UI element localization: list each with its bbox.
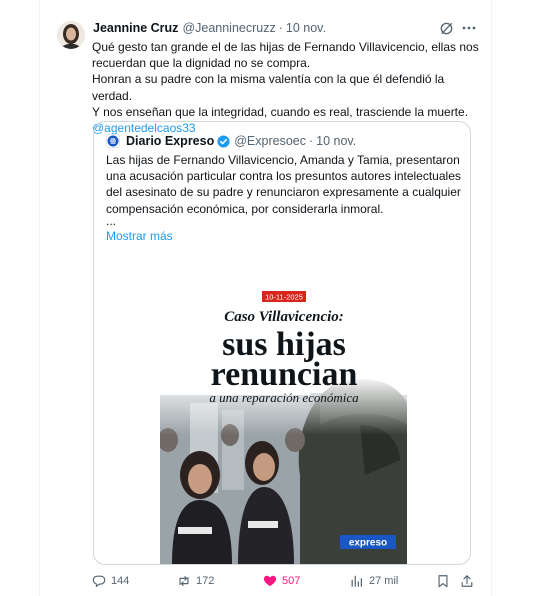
quoted-timestamp[interactable]: 10 nov. (316, 134, 356, 148)
image-kicker: Caso Villavicencio: (224, 309, 344, 325)
tweet-line: Honran a su padre con la misma valentía … (92, 72, 445, 103)
separator: · (278, 21, 283, 35)
quoted-text: Las hijas de Fernando Villavicencio, Ama… (106, 153, 461, 216)
views-icon (351, 575, 362, 587)
avatar[interactable] (57, 21, 85, 49)
share-button[interactable] (460, 570, 479, 592)
tweet-actions: 144 172 507 27 mil (40, 570, 491, 592)
like-button[interactable]: 507 (263, 570, 300, 592)
like-count: 507 (282, 575, 301, 587)
quoted-tweet[interactable]: Diario Expreso @Expresoec · 10 nov. Las … (93, 121, 471, 565)
quoted-ellipsis: ... (106, 214, 117, 228)
views-button[interactable]: 27 mil (350, 570, 398, 592)
tweet-line: recuerdan que la dignidad no se compra. (92, 56, 311, 71)
quoted-header: Diario Expreso @Expresoec · 10 nov. (106, 132, 356, 150)
tweet-line: Qué gesto tan grande el de las hijas de … (92, 40, 479, 54)
tweet-header: Jeannine Cruz @Jeanninecruzz · 10 nov. (93, 19, 326, 37)
repost-count: 172 (196, 575, 215, 587)
handle[interactable]: @Jeanninecruzz (182, 21, 275, 35)
quoted-handle[interactable]: @Expresoec (234, 134, 306, 148)
image-subline: a una reparación económica (209, 390, 359, 405)
quoted-display-name[interactable]: Diario Expreso (126, 134, 214, 148)
repost-icon (179, 576, 189, 586)
display-name[interactable]: Jeannine Cruz (93, 21, 178, 35)
repost-button[interactable]: 172 (177, 570, 214, 592)
image-brand: expreso (349, 538, 387, 549)
bookmark-button[interactable] (436, 570, 455, 592)
date-badge: 10-11-2025 (265, 293, 303, 302)
tweet[interactable]: Jeannine Cruz @Jeanninecruzz · 10 nov. Q… (40, 0, 491, 596)
reply-button[interactable]: 144 (92, 570, 129, 592)
quoted-media-image[interactable]: 10-11-2025 Caso Villavicencio: sus hijas… (160, 275, 407, 564)
tweet-line: Y nos enseñan que la integridad, cuando … (92, 104, 469, 119)
timestamp[interactable]: 10 nov. (286, 21, 326, 35)
views-count: 27 mil (369, 575, 399, 587)
show-more-link[interactable]: Mostrar más (106, 229, 173, 243)
like-icon (263, 575, 277, 587)
image-headline-2: renuncian (211, 356, 358, 393)
verified-badge-icon (217, 134, 230, 148)
separator: · (308, 134, 314, 148)
timeline-border-right (491, 0, 492, 596)
grok-icon[interactable] (439, 21, 454, 36)
reply-icon (92, 575, 106, 587)
expreso-logo-icon[interactable] (106, 134, 120, 148)
bookmark-icon (438, 575, 448, 588)
more-icon[interactable] (461, 20, 477, 36)
share-icon (461, 575, 473, 587)
reply-count: 144 (111, 575, 130, 587)
